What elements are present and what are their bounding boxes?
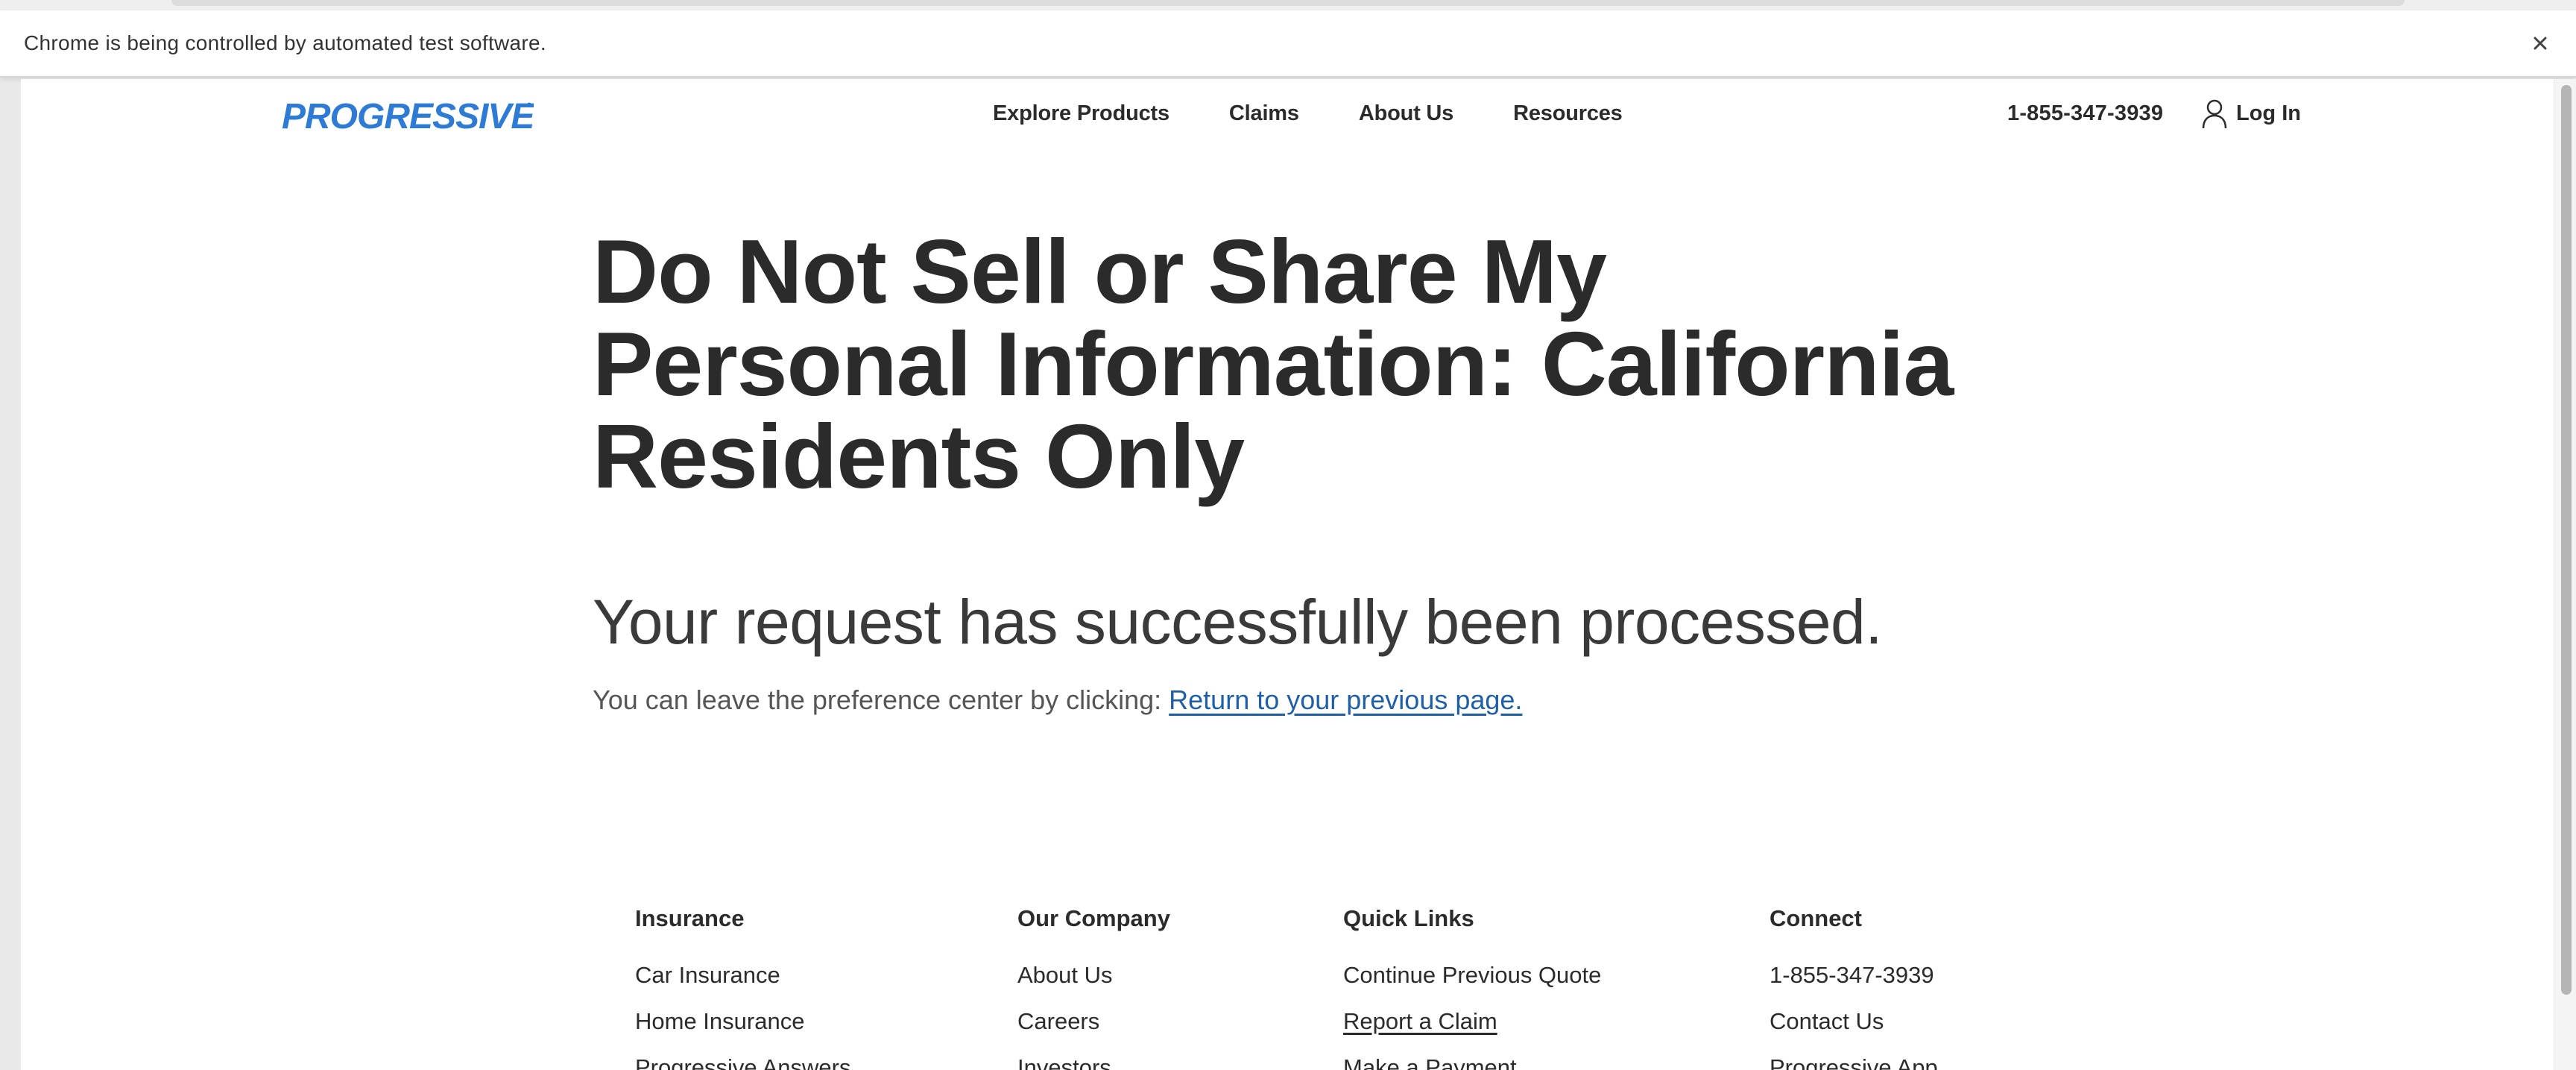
nav-claims[interactable]: Claims xyxy=(1229,101,1299,126)
footer-link-about-us[interactable]: About Us xyxy=(1017,963,1170,986)
site-header: PROGRESSIVE Explore Products Claims Abou… xyxy=(21,79,2554,154)
footer-link-careers[interactable]: Careers xyxy=(1017,1010,1170,1033)
footer-link-continue-quote[interactable]: Continue Previous Quote xyxy=(1343,963,1601,986)
footer-link-contact-us[interactable]: Contact Us xyxy=(1770,1010,1938,1033)
scrollbar-thumb[interactable] xyxy=(2561,85,2572,995)
nav-about-us[interactable]: About Us xyxy=(1359,101,1453,126)
infobar-message: Chrome is being controlled by automated … xyxy=(24,31,546,54)
footer-company-column: Our Company About Us Careers Investors xyxy=(1017,905,1170,1070)
user-icon xyxy=(2202,99,2227,129)
page-viewport: PROGRESSIVE Explore Products Claims Abou… xyxy=(21,79,2554,1070)
login-button[interactable]: Log In xyxy=(2200,97,2301,130)
browser-window: Chrome is being controlled by automated … xyxy=(0,0,2576,1070)
page-title: Do Not Sell or Share My Personal Informa… xyxy=(593,221,1954,507)
footer-link-progressive-answers[interactable]: Progressive Answers xyxy=(635,1056,850,1070)
main-nav: Explore Products Claims About Us Resourc… xyxy=(993,101,1682,126)
close-icon[interactable] xyxy=(2527,30,2554,57)
footer-link-car-insurance[interactable]: Car Insurance xyxy=(635,963,850,986)
leave-text: You can leave the preference center by c… xyxy=(593,685,1162,715)
nav-explore-products[interactable]: Explore Products xyxy=(993,101,1169,126)
footer-heading-company: Our Company xyxy=(1017,905,1170,931)
vertical-scrollbar[interactable] xyxy=(2554,79,2576,1070)
footer-link-progressive-app[interactable]: Progressive App xyxy=(1770,1056,1938,1070)
header-phone-link[interactable]: 1-855-347-3939 xyxy=(2007,101,2163,126)
address-bar-edge xyxy=(171,0,2405,6)
footer-connect-column: Connect 1-855-347-3939 Contact Us Progre… xyxy=(1770,905,1938,1070)
footer-link-investors[interactable]: Investors xyxy=(1017,1056,1170,1070)
footer-heading-insurance: Insurance xyxy=(635,905,745,931)
nav-resources[interactable]: Resources xyxy=(1513,101,1623,126)
footer-quick-links-column: Quick Links Continue Previous Quote Repo… xyxy=(1343,905,1601,1070)
footer-heading-connect: Connect xyxy=(1770,905,1862,931)
leave-instructions: You can leave the preference center by c… xyxy=(593,685,1522,716)
login-label: Log In xyxy=(2236,101,2301,125)
footer-link-home-insurance[interactable]: Home Insurance xyxy=(635,1010,850,1033)
automation-infobar: Chrome is being controlled by automated … xyxy=(0,10,2576,78)
footer-link-make-payment[interactable]: Make a Payment xyxy=(1343,1056,1601,1070)
footer-insurance-column: Insurance Car Insurance Home Insurance P… xyxy=(635,905,850,1070)
browser-tab-strip xyxy=(0,0,2576,10)
footer-heading-quick-links: Quick Links xyxy=(1343,905,1474,931)
success-message: Your request has successfully been proce… xyxy=(593,587,1883,657)
footer-link-report-claim[interactable]: Report a Claim xyxy=(1343,1010,1601,1033)
return-previous-page-link[interactable]: Return to your previous page. xyxy=(1169,685,1522,715)
footer-link-phone[interactable]: 1-855-347-3939 xyxy=(1770,963,1938,986)
logo-wordmark: PROGRESSIVE xyxy=(282,97,534,136)
progressive-logo[interactable]: PROGRESSIVE xyxy=(280,94,537,139)
